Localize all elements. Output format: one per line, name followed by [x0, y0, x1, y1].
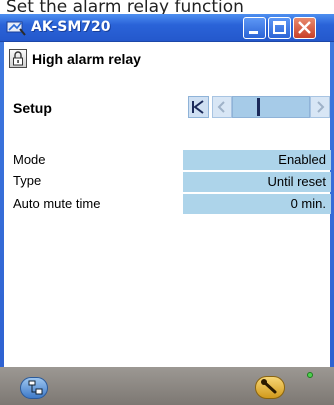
page-position-cursor [257, 98, 260, 116]
bottom-toolbar [0, 367, 334, 405]
next-icon[interactable] [310, 96, 330, 118]
main-content: High alarm relay Setup Mode Enabled Type… [4, 42, 331, 381]
status-led-icon [307, 372, 313, 378]
minimize-icon[interactable] [243, 17, 266, 39]
setting-label-mode: Mode [13, 152, 46, 167]
lock-icon[interactable] [9, 49, 27, 68]
window-title: AK-SM720 [31, 19, 111, 35]
close-icon[interactable] [293, 17, 316, 39]
maximize-icon[interactable] [268, 17, 291, 39]
setting-value-auto-mute[interactable]: 0 min. [183, 194, 331, 214]
app-window: AK-SM720 High alarm relay Setup Mode Ena… [0, 14, 334, 405]
page-title: High alarm relay [32, 51, 141, 67]
page-position-bar[interactable] [232, 96, 310, 118]
window-titlebar[interactable]: AK-SM720 [0, 14, 334, 42]
setting-label-type: Type [13, 173, 42, 188]
previous-icon[interactable] [212, 96, 232, 118]
setting-value-mode[interactable]: Enabled [183, 150, 331, 170]
wrench-icon[interactable] [255, 376, 285, 399]
app-icon [6, 19, 26, 37]
setting-label-auto-mute: Auto mute time [13, 196, 101, 211]
first-page-icon[interactable] [188, 96, 209, 118]
page-header: High alarm relay [4, 42, 330, 72]
tree-view-icon[interactable] [20, 377, 48, 399]
setting-value-type[interactable]: Until reset [183, 172, 331, 192]
section-label: Setup [13, 100, 52, 116]
